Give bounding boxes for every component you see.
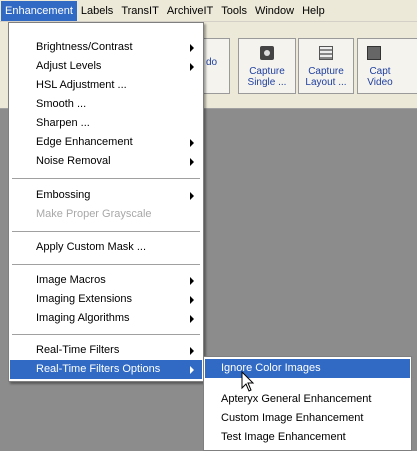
real-time-filters-options-submenu: Ignore Color Images Apteryx General Enha… — [203, 356, 412, 451]
menu-item-noise-removal[interactable]: Noise Removal — [10, 152, 202, 171]
menu-item-label: Edge Enhancement — [36, 136, 133, 148]
menu-item-label: Noise Removal — [36, 155, 111, 167]
menu-item-label: Brightness/Contrast — [36, 41, 133, 53]
menu-item-label: HSL Adjustment ... — [36, 79, 127, 91]
submenu-item-label: Apteryx General Enhancement — [221, 393, 372, 405]
video-capture-icon — [367, 46, 381, 60]
submenu-arrow-icon — [190, 63, 194, 71]
submenu-arrow-icon — [190, 296, 194, 304]
menu-item-label: Real-Time Filters Options — [36, 363, 161, 375]
menu-item-real-time-filters[interactable]: Real-Time Filters — [10, 341, 202, 360]
menu-window[interactable]: Window — [251, 1, 298, 21]
submenu-item-ignore-color-images[interactable]: Ignore Color Images — [205, 359, 410, 378]
menu-item-smooth[interactable]: Smooth ... — [10, 95, 202, 114]
capture-layout-button[interactable]: Capture Layout ... — [298, 38, 354, 94]
menu-item-label: Adjust Levels — [36, 60, 102, 72]
menu-separator — [12, 334, 200, 335]
menu-archiveit[interactable]: ArchiveIT — [163, 1, 217, 21]
partial-toolbar-button[interactable]: do — [204, 38, 230, 94]
submenu-arrow-icon — [190, 347, 194, 355]
menu-item-make-proper-grayscale: Make Proper Grayscale — [10, 205, 202, 224]
submenu-item-label: Ignore Color Images — [221, 362, 321, 374]
menu-item-apply-custom-mask[interactable]: Apply Custom Mask ... — [10, 238, 202, 257]
capture-layout-label: Capture Layout ... — [305, 66, 347, 88]
menu-item-label: Embossing — [36, 189, 91, 201]
menu-item-real-time-filters-options[interactable]: Real-Time Filters Options — [10, 360, 202, 379]
submenu-item-label: Custom Image Enhancement — [221, 412, 364, 424]
submenu-arrow-icon — [190, 44, 194, 52]
menu-item-label: Imaging Extensions — [36, 293, 132, 305]
submenu-item-label: Test Image Enhancement — [221, 431, 346, 443]
menu-item-label: Imaging Algorithms — [36, 312, 130, 324]
menu-item-label: Smooth ... — [36, 98, 87, 110]
menu-item-hsl-adjustment[interactable]: HSL Adjustment ... — [10, 76, 202, 95]
menu-item-image-macros[interactable]: Image Macros — [10, 271, 202, 290]
capture-video-label: Capt Video — [367, 66, 393, 88]
menu-item-adjust-levels[interactable]: Adjust Levels — [10, 57, 202, 76]
menu-tools[interactable]: Tools — [217, 1, 251, 21]
layout-capture-icon — [319, 46, 333, 60]
submenu-arrow-icon — [190, 192, 194, 200]
menu-item-edge-enhancement[interactable]: Edge Enhancement — [10, 133, 202, 152]
mouse-cursor-icon — [241, 371, 255, 392]
capture-single-button[interactable]: Capture Single ... — [238, 38, 296, 94]
menu-item-label: Sharpen ... — [36, 117, 90, 129]
submenu-arrow-icon — [190, 366, 194, 374]
menu-item-label: Image Macros — [36, 274, 106, 286]
submenu-arrow-icon — [190, 139, 194, 147]
menu-item-embossing[interactable]: Embossing — [10, 186, 202, 205]
submenu-arrow-icon — [190, 315, 194, 323]
menu-bar: Enhancement Labels TransIT ArchiveIT Too… — [0, 0, 417, 22]
menu-enhancement[interactable]: Enhancement — [1, 0, 77, 21]
menu-separator — [12, 231, 200, 232]
enhancement-dropdown-menu: Brightness/Contrast Adjust Levels HSL Ad… — [8, 22, 204, 382]
menu-item-label: Apply Custom Mask ... — [36, 241, 147, 253]
menu-item-imaging-algorithms[interactable]: Imaging Algorithms — [10, 309, 202, 328]
menu-item-label: Real-Time Filters — [36, 344, 120, 356]
submenu-arrow-icon — [190, 158, 194, 166]
submenu-item-apteryx-general-enhancement[interactable]: Apteryx General Enhancement — [205, 390, 410, 409]
menu-separator — [12, 178, 200, 179]
menu-item-label: Make Proper Grayscale — [36, 208, 152, 220]
menu-separator — [12, 264, 200, 265]
menu-help[interactable]: Help — [298, 1, 329, 21]
camera-icon — [260, 46, 274, 60]
submenu-arrow-icon — [190, 277, 194, 285]
menu-transit[interactable]: TransIT — [117, 1, 163, 21]
capture-video-button[interactable]: Capt Video — [357, 38, 417, 94]
menu-item-brightness-contrast[interactable]: Brightness/Contrast — [10, 38, 202, 57]
partial-toolbar-label: do — [206, 57, 218, 68]
menu-item-imaging-extensions[interactable]: Imaging Extensions — [10, 290, 202, 309]
menu-item-sharpen[interactable]: Sharpen ... — [10, 114, 202, 133]
submenu-item-custom-image-enhancement[interactable]: Custom Image Enhancement — [205, 409, 410, 428]
capture-single-label: Capture Single ... — [247, 66, 287, 88]
menu-labels[interactable]: Labels — [77, 1, 117, 21]
submenu-item-test-image-enhancement[interactable]: Test Image Enhancement — [205, 428, 410, 447]
